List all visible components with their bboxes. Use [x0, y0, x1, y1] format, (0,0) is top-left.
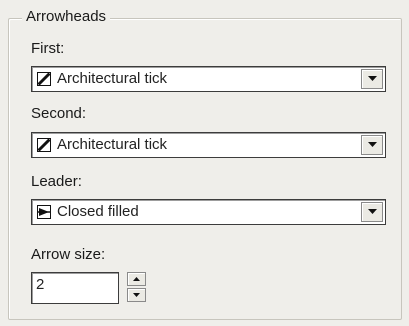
- chevron-down-icon: [368, 76, 377, 81]
- arrowheads-group-title: Arrowheads: [22, 8, 111, 25]
- arrow-size-increment-button[interactable]: [127, 272, 146, 286]
- second-dropdown-button[interactable]: [361, 135, 383, 155]
- closed-filled-arrow-icon: [37, 205, 51, 219]
- first-arrowhead-value: Architectural tick: [57, 70, 168, 87]
- leader-dropdown-button[interactable]: [361, 202, 383, 222]
- first-dropdown-button[interactable]: [361, 69, 383, 89]
- arrow-size-label: Arrow size:: [31, 246, 106, 263]
- second-label: Second:: [31, 105, 87, 122]
- first-label: First:: [31, 40, 65, 57]
- architectural-tick-icon: [37, 72, 51, 86]
- architectural-tick-icon: [37, 138, 51, 152]
- first-arrowhead-dropdown[interactable]: Architectural tick: [31, 66, 386, 92]
- second-arrowhead-dropdown[interactable]: Architectural tick: [31, 132, 386, 158]
- leader-arrowhead-dropdown[interactable]: Closed filled: [31, 199, 386, 225]
- arrow-size-decrement-button[interactable]: [127, 288, 146, 302]
- leader-label: Leader:: [31, 173, 82, 190]
- chevron-up-icon: [133, 277, 140, 281]
- second-arrowhead-value: Architectural tick: [57, 136, 168, 153]
- chevron-down-icon: [368, 142, 377, 147]
- leader-arrowhead-value: Closed filled: [57, 203, 139, 220]
- arrow-size-input[interactable]: 2: [31, 272, 119, 304]
- chevron-down-icon: [368, 209, 377, 214]
- chevron-down-icon: [133, 293, 140, 297]
